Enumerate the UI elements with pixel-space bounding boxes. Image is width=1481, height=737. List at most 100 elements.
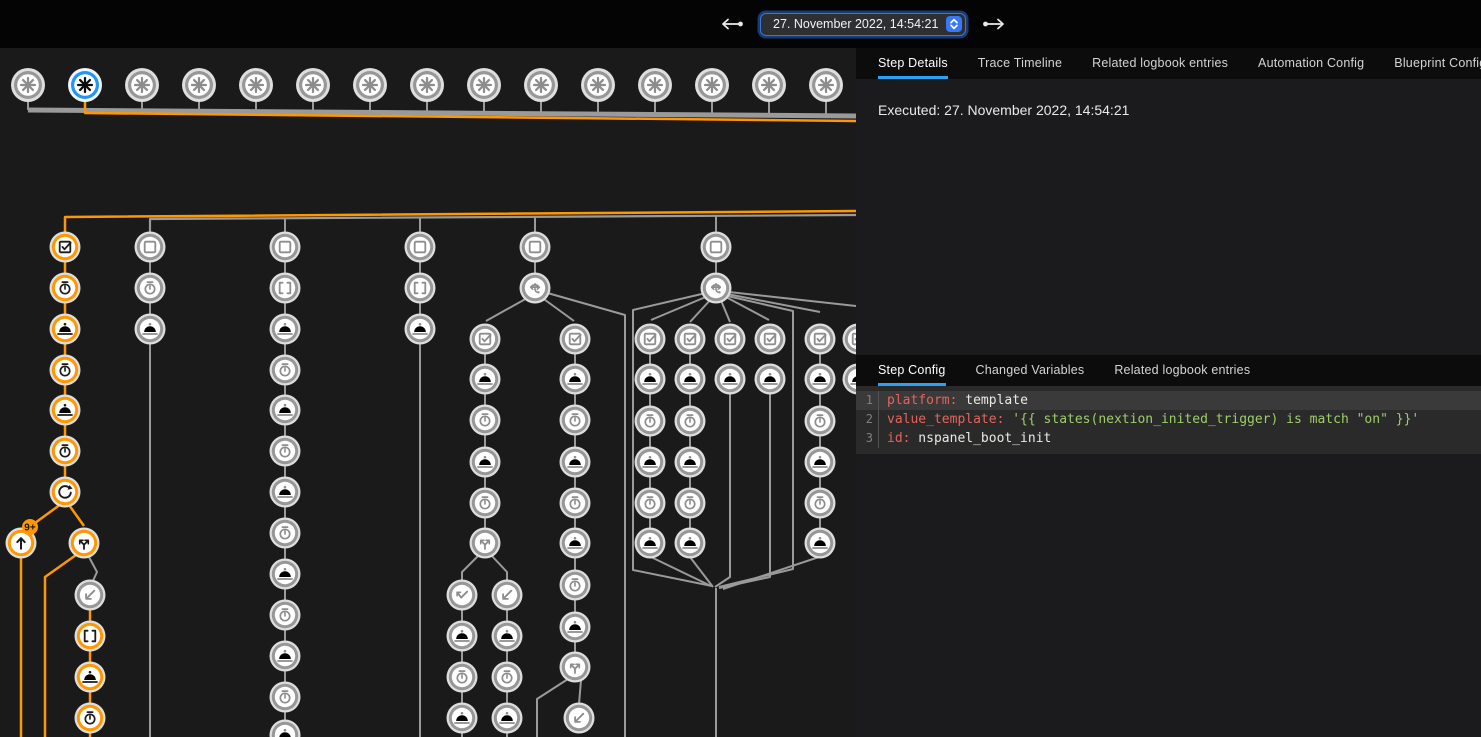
trace-node-bell[interactable] xyxy=(270,314,301,345)
trace-node-bell[interactable] xyxy=(270,559,301,590)
trace-node-bell[interactable] xyxy=(447,703,478,734)
trace-node-bell[interactable] xyxy=(492,621,523,652)
trace-node-timer[interactable] xyxy=(635,488,666,519)
trace-node-asterisk[interactable] xyxy=(125,68,159,102)
trace-node-timer[interactable] xyxy=(560,570,591,601)
tab-step-details[interactable]: Step Details xyxy=(878,48,948,79)
trace-node-square[interactable] xyxy=(520,232,551,263)
trace-node-asterisk[interactable] xyxy=(752,68,786,102)
trace-node-square[interactable] xyxy=(701,232,732,263)
tab-trace-timeline[interactable]: Trace Timeline xyxy=(978,48,1062,79)
trace-node-timer[interactable] xyxy=(805,406,836,437)
tab-step-config[interactable]: Step Config xyxy=(878,355,946,386)
trace-node-timer[interactable] xyxy=(492,662,523,693)
trace-node-asterisk[interactable] xyxy=(296,68,330,102)
trace-node-arrow-down-left[interactable] xyxy=(564,703,595,734)
trace-node-checkbox[interactable] xyxy=(635,324,666,355)
trace-node-bell[interactable] xyxy=(50,395,81,426)
trace-node-checkbox[interactable] xyxy=(675,324,706,355)
trace-node-asterisk[interactable] xyxy=(695,68,729,102)
trace-node-call-split[interactable] xyxy=(560,652,591,683)
trace-node-asterisk[interactable] xyxy=(68,68,102,102)
trace-node-checkbox[interactable] xyxy=(755,324,786,355)
trace-node-brackets[interactable] xyxy=(75,621,106,652)
trace-node-refresh[interactable] xyxy=(50,477,81,508)
trace-node-timer[interactable] xyxy=(135,273,166,304)
trace-node-arrow-down-left[interactable] xyxy=(492,580,523,611)
previous-run-button[interactable] xyxy=(718,16,746,32)
trace-node-arrow-decision[interactable] xyxy=(520,273,551,304)
trace-node-bell[interactable] xyxy=(805,447,836,478)
next-run-button[interactable] xyxy=(980,16,1008,32)
trace-node-checkbox[interactable] xyxy=(50,232,81,263)
trace-node-checkbox[interactable] xyxy=(560,324,591,355)
trace-node-timer[interactable] xyxy=(75,703,106,734)
trace-node-square[interactable] xyxy=(405,232,436,263)
trace-node-bell[interactable] xyxy=(270,641,301,672)
trace-node-asterisk[interactable] xyxy=(182,68,216,102)
trace-node-timer[interactable] xyxy=(470,405,501,436)
trace-node-bell[interactable] xyxy=(560,528,591,559)
trace-node-call-split[interactable] xyxy=(69,528,100,559)
trace-node-bell[interactable] xyxy=(715,364,746,395)
trace-node-timer[interactable] xyxy=(560,405,591,436)
trace-node-brackets[interactable] xyxy=(270,273,301,304)
trace-node-bell[interactable] xyxy=(270,395,301,426)
trace-node-bell[interactable] xyxy=(135,314,166,345)
trace-node-bell[interactable] xyxy=(75,662,106,693)
trace-node-asterisk[interactable] xyxy=(524,68,558,102)
trace-node-timer[interactable] xyxy=(270,355,301,386)
trace-node-bell[interactable] xyxy=(470,364,501,395)
trace-node-asterisk[interactable] xyxy=(809,68,843,102)
trace-node-asterisk[interactable] xyxy=(638,68,672,102)
trace-node-bell[interactable] xyxy=(635,364,666,395)
trace-node-call-split[interactable] xyxy=(470,528,501,559)
tab-related-logbook-entries[interactable]: Related logbook entries xyxy=(1114,355,1250,386)
trace-node-brackets[interactable] xyxy=(405,273,436,304)
trace-node-check-arrow[interactable] xyxy=(447,580,478,611)
trace-node-arrow-down-left[interactable] xyxy=(75,580,106,611)
trace-node-timer[interactable] xyxy=(270,600,301,631)
trace-node-timer[interactable] xyxy=(675,406,706,437)
trace-node-timer[interactable] xyxy=(447,662,478,693)
trace-node-bell[interactable] xyxy=(635,528,666,559)
trace-node-bell[interactable] xyxy=(675,447,706,478)
trace-node-bell[interactable] xyxy=(492,703,523,734)
trace-node-square[interactable] xyxy=(270,232,301,263)
trace-node-bell[interactable] xyxy=(560,447,591,478)
trace-node-asterisk[interactable] xyxy=(467,68,501,102)
tab-changed-variables[interactable]: Changed Variables xyxy=(976,355,1085,386)
trace-node-timer[interactable] xyxy=(675,488,706,519)
trace-node-asterisk[interactable] xyxy=(410,68,444,102)
trace-node-bell[interactable] xyxy=(635,447,666,478)
trace-node-bell[interactable] xyxy=(805,364,836,395)
trace-node-asterisk[interactable] xyxy=(353,68,387,102)
trace-node-asterisk[interactable] xyxy=(239,68,273,102)
trace-node-arrow-decision[interactable] xyxy=(701,273,732,304)
tab-automation-config[interactable]: Automation Config xyxy=(1258,48,1364,79)
tab-blueprint-config[interactable]: Blueprint Config xyxy=(1394,48,1481,79)
trace-node-asterisk[interactable] xyxy=(11,68,45,102)
trace-node-bell[interactable] xyxy=(447,621,478,652)
trace-node-checkbox[interactable] xyxy=(470,324,501,355)
trace-node-bell[interactable] xyxy=(755,364,786,395)
trace-node-bell[interactable] xyxy=(405,314,436,345)
trace-node-bell[interactable] xyxy=(675,364,706,395)
step-config-code[interactable]: 1platform: template2value_template: '{{ … xyxy=(856,386,1481,454)
trace-node-bell[interactable] xyxy=(675,528,706,559)
trace-node-timer[interactable] xyxy=(50,273,81,304)
trace-node-bell[interactable] xyxy=(270,720,301,737)
trace-node-timer[interactable] xyxy=(270,436,301,467)
trace-node-bell[interactable] xyxy=(470,447,501,478)
trace-node-checkbox[interactable] xyxy=(805,324,836,355)
trace-node-bell[interactable] xyxy=(50,314,81,345)
trace-node-timer[interactable] xyxy=(50,436,81,467)
trace-node-timer[interactable] xyxy=(470,488,501,519)
trace-node-checkbox[interactable] xyxy=(715,324,746,355)
trace-node-timer[interactable] xyxy=(805,488,836,519)
trace-node-checkbox[interactable] xyxy=(843,324,857,355)
trace-node-bell[interactable] xyxy=(843,364,857,395)
trace-node-bell[interactable] xyxy=(560,612,591,643)
trace-node-timer[interactable] xyxy=(50,355,81,386)
trace-node-asterisk[interactable] xyxy=(581,68,615,102)
